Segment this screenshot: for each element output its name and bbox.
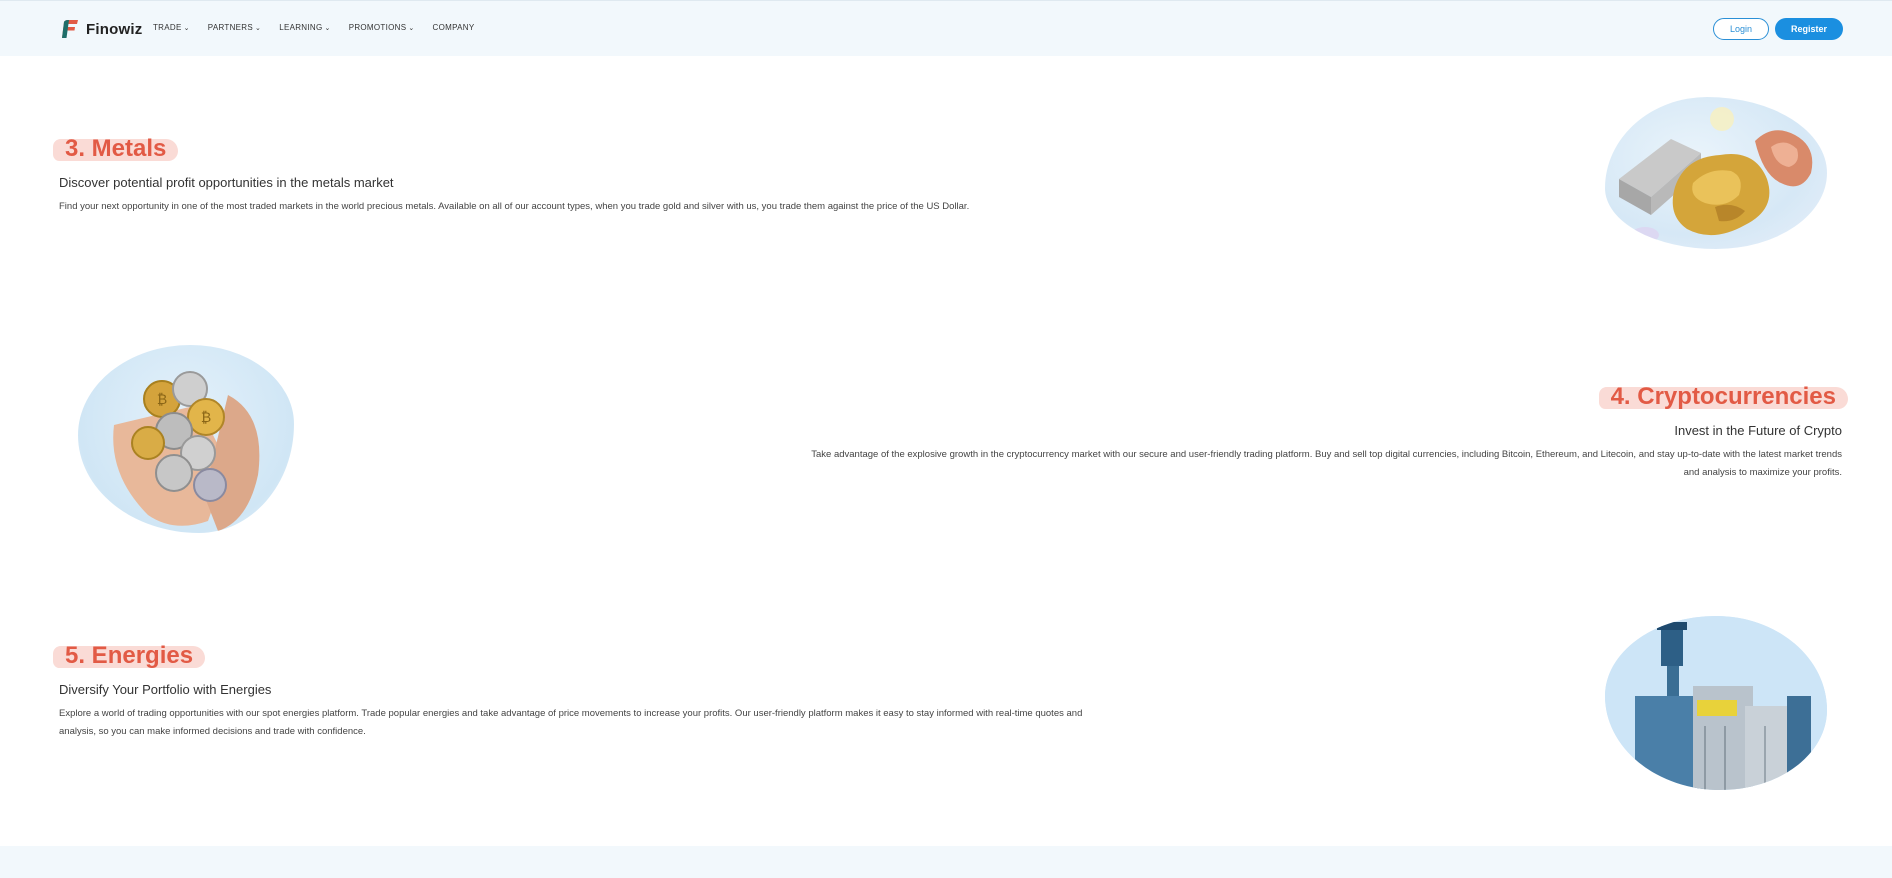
menu-item-trade[interactable]: TRADE ⌄: [153, 23, 190, 32]
brand-name: Finowiz: [86, 20, 143, 38]
menu-label: PROMOTIONS: [348, 23, 407, 32]
finowiz-logo-icon: [58, 18, 80, 40]
chevron-down-icon: ⌄: [183, 24, 190, 32]
chevron-down-icon: ⌄: [255, 24, 262, 32]
logo[interactable]: Finowiz: [58, 18, 142, 40]
login-button[interactable]: Login: [1713, 18, 1769, 40]
menu-item-partners[interactable]: PARTNERS ⌄: [208, 23, 261, 32]
menu-label: TRADE: [153, 23, 182, 32]
menu-item-learning[interactable]: LEARNING ⌄: [279, 23, 330, 32]
metals-subtitle: Discover potential profit opportunities …: [59, 175, 394, 190]
metal-bars-image: [1605, 97, 1827, 249]
crypto-title: 4. Cryptocurrencies: [1610, 383, 1836, 410]
energy-plant-image: [1605, 616, 1827, 790]
menu-label: COMPANY: [432, 23, 475, 32]
chevron-down-icon: ⌄: [408, 24, 415, 32]
crypto-subtitle: Invest in the Future of Crypto: [1674, 423, 1842, 438]
metals-heading-wrap: 3. Metals: [53, 135, 179, 163]
energies-body-line: Explore a world of trading opportunities…: [59, 708, 1083, 719]
menu-item-promotions[interactable]: PROMOTIONS ⌄: [349, 23, 415, 32]
energies-subtitle: Diversify Your Portfolio with Energies: [59, 682, 272, 697]
register-button[interactable]: Register: [1775, 18, 1843, 40]
energies-heading-wrap: 5. Energies: [53, 642, 206, 670]
energies-body: Explore a world of trading opportunities…: [59, 705, 1119, 741]
menu-label: LEARNING: [279, 23, 323, 32]
metals-section: 3. Metals Discover potential profit oppo…: [53, 135, 1059, 216]
top-navbar: Finowiz TRADE ⌄ PARTNERS ⌄ LEARNING ⌄ PR…: [0, 0, 1892, 56]
menu-label: PARTNERS: [207, 23, 254, 32]
energies-body-line: analysis, so you can make informed decis…: [59, 726, 366, 737]
main-menu: TRADE ⌄ PARTNERS ⌄ LEARNING ⌄ PROMOTIONS…: [153, 23, 475, 32]
crypto-body-line: and analysis to maximize your profits.: [1683, 467, 1842, 478]
crypto-section: 4. Cryptocurrencies Invest in the Future…: [760, 383, 1848, 482]
chevron-down-icon: ⌄: [324, 24, 331, 32]
crypto-body-line: Take advantage of the explosive growth i…: [811, 449, 1842, 460]
metals-title: 3. Metals: [65, 135, 167, 162]
energies-title: 5. Energies: [65, 642, 194, 669]
menu-item-company[interactable]: COMPANY: [433, 23, 475, 32]
crypto-heading-wrap: 4. Cryptocurrencies: [1598, 383, 1848, 411]
svg-text:₿: ₿: [157, 392, 167, 408]
footer-strip: [0, 846, 1892, 878]
svg-text:₿: ₿: [201, 410, 211, 426]
energies-section: 5. Energies Diversify Your Portfolio wit…: [53, 642, 1119, 741]
crypto-body: Take advantage of the explosive growth i…: [760, 446, 1842, 482]
crypto-coins-image: ₿ ₿: [78, 345, 294, 533]
metals-body: Find your next opportunity in one of the…: [59, 201, 970, 212]
